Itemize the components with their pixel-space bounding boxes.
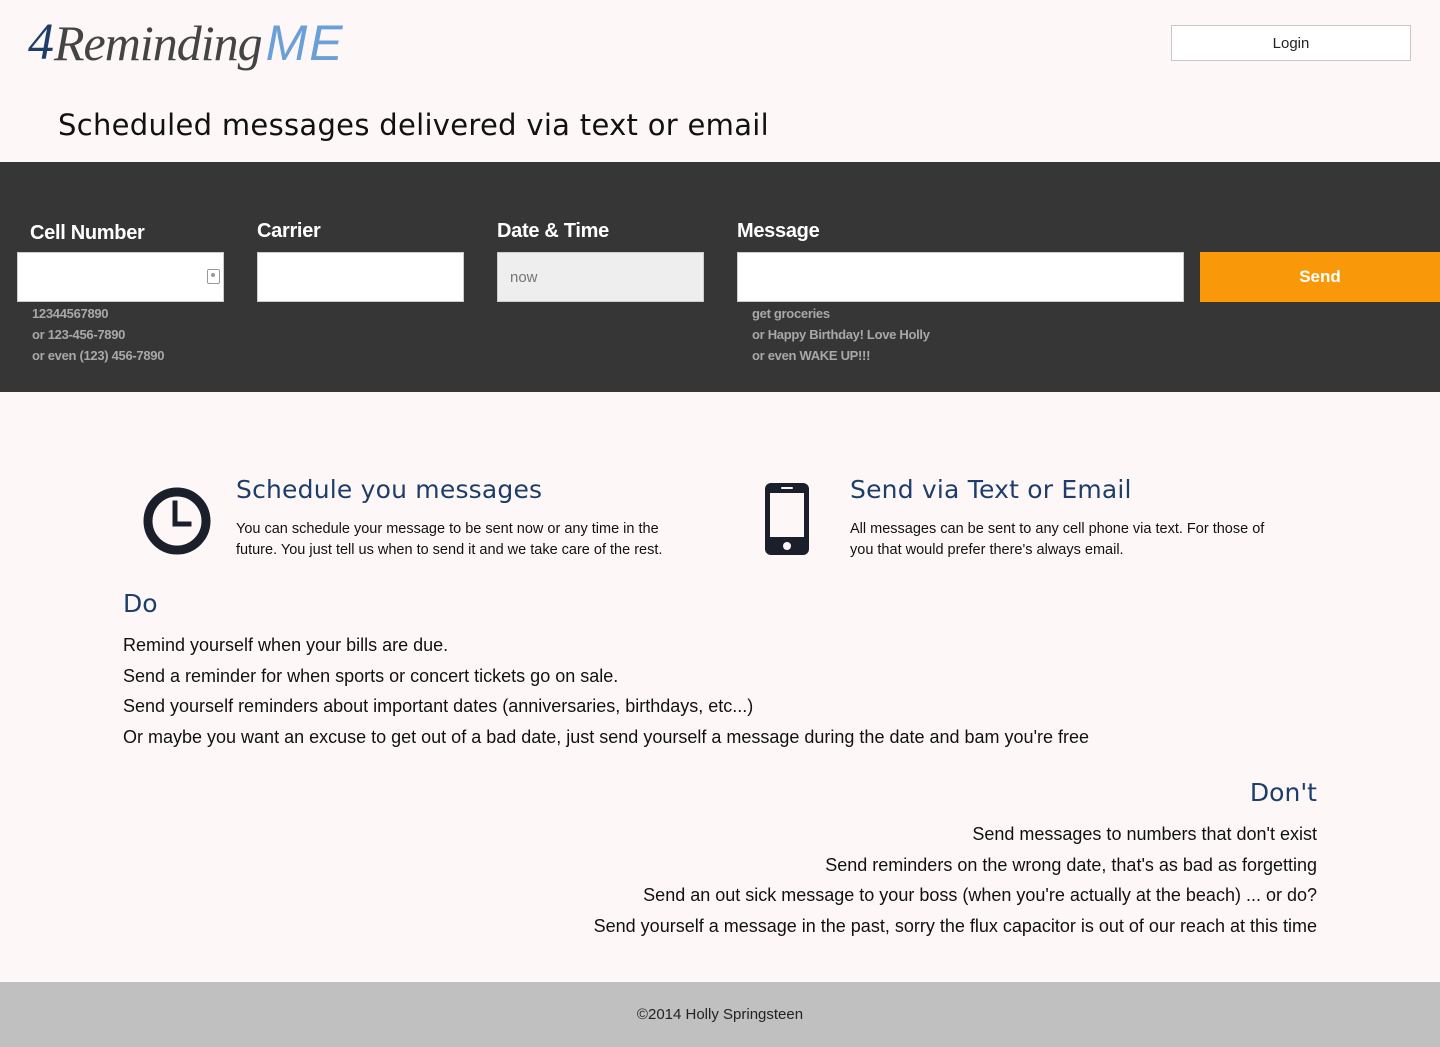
list-item: Remind yourself when your bills are due. <box>123 635 449 655</box>
send-button[interactable]: Send <box>1200 252 1440 302</box>
do-list: Remind yourself when your bills are due.… <box>123 630 1123 752</box>
clock-icon <box>143 487 211 555</box>
cell-number-label: Cell Number <box>30 222 145 244</box>
message-input[interactable] <box>737 252 1184 302</box>
feature-title-schedule: Schedule you messages <box>236 475 543 504</box>
phone-icon <box>765 483 809 555</box>
page-tagline: Scheduled messages delivered via text or… <box>58 108 769 142</box>
message-hint: get groceries <box>752 306 830 321</box>
list-item: Or maybe you want an excuse to get out o… <box>123 726 1090 747</box>
list-item: Send an out sick message to your boss (w… <box>643 885 1317 905</box>
carrier-label: Carrier <box>257 220 321 242</box>
feature-title-send: Send via Text or Email <box>850 475 1132 504</box>
login-button[interactable]: Login <box>1171 25 1411 61</box>
footer: ©2014 Holly Springsteen <box>0 982 1440 1047</box>
carrier-input[interactable] <box>257 252 464 302</box>
contact-card-icon[interactable] <box>207 269 220 284</box>
message-hints: get groceries or Happy Birthday! Love Ho… <box>752 303 930 366</box>
date-time-input[interactable] <box>497 252 704 302</box>
cell-hint: 12344567890 <box>32 306 109 321</box>
copyright-text: ©2014 Holly Springsteen <box>636 1006 804 1023</box>
cell-number-hints: 12344567890 or 123-456-7890 or even (123… <box>32 303 164 366</box>
list-item: Send reminders on the wrong date, that's… <box>825 854 1317 875</box>
dont-title: Don't <box>1249 778 1317 807</box>
message-label: Message <box>737 220 820 242</box>
list-item: Send a reminder for when sports or conce… <box>123 665 619 686</box>
cell-hint: or 123-456-7890 <box>32 327 126 342</box>
brand-logo[interactable]: 4 Reminding ME <box>28 8 345 88</box>
cell-number-input[interactable] <box>17 252 224 302</box>
list-item: Send yourself reminders about important … <box>123 696 754 716</box>
logo-part-4: 4 <box>28 14 54 71</box>
list-item: Send yourself a message in the past, sor… <box>593 915 1317 936</box>
feature-text-send: All messages can be sent to any cell pho… <box>850 521 1265 558</box>
list-item: Send messages to numbers that don't exis… <box>972 824 1317 844</box>
cell-hint: or even (123) 456-7890 <box>32 348 165 363</box>
dont-list: Send messages to numbers that don't exis… <box>417 819 1317 941</box>
message-hint: or even WAKE UP!!! <box>752 348 871 363</box>
feature-text-schedule: You can schedule your message to be sent… <box>236 521 663 558</box>
date-time-label: Date & Time <box>497 220 609 242</box>
do-title: Do <box>123 589 158 618</box>
message-hint: or Happy Birthday! Love Holly <box>752 327 930 342</box>
logo-part-me: ME <box>265 15 345 71</box>
logo-part-reminding: Reminding <box>54 15 263 71</box>
